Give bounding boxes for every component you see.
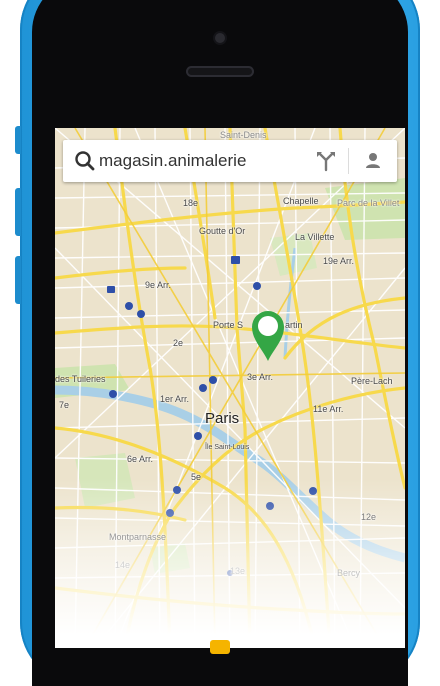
front-camera xyxy=(215,33,225,43)
search-input[interactable]: magasin.animalerie xyxy=(99,151,304,171)
search-icon[interactable] xyxy=(73,140,99,182)
map-label-3e: 3e Arr. xyxy=(247,372,274,382)
map-label-goutte-dor: Goutte d'Or xyxy=(199,226,246,236)
map-label-saint-denis: Saint-Denis xyxy=(220,130,267,140)
map-label-tuileries: des Tuileries xyxy=(55,374,106,384)
mute-switch xyxy=(15,126,21,154)
map-label-1er: 1er Arr. xyxy=(160,394,190,404)
map-label-pere-lachaise: Père-Lach xyxy=(351,376,393,386)
map-label-chapelle: Chapelle xyxy=(283,196,319,206)
earpiece-speaker xyxy=(186,66,254,77)
map-label-montparnasse: Montparnasse xyxy=(109,532,167,542)
directions-icon xyxy=(317,152,335,172)
account-button[interactable] xyxy=(349,140,397,182)
map-label-la-villette: La Villette xyxy=(295,232,335,242)
directions-button[interactable] xyxy=(304,140,348,182)
map-label-parc-villette: Parc de la Villet xyxy=(337,198,400,208)
map-label-18e: 18e xyxy=(183,198,199,208)
map-label-ile-saint-louis: Île Saint-Louis xyxy=(205,444,250,451)
location-pin-icon[interactable] xyxy=(251,310,285,362)
map-label-9e: 9e Arr. xyxy=(145,280,172,290)
map-label-12e: 12e xyxy=(361,512,377,522)
person-icon xyxy=(366,153,380,168)
map-label-14e: 14e xyxy=(115,560,131,570)
map-label-5e: 5e xyxy=(191,472,202,482)
map-label-bercy: Bercy xyxy=(337,568,361,578)
map-label-porte-st-martin-a: Porte S xyxy=(213,320,244,330)
map-label-paris: Paris xyxy=(205,410,240,427)
map-label-6e: 6e Arr. xyxy=(127,454,154,464)
map-label-19e: 19e Arr. xyxy=(323,256,355,266)
bottom-peek-tab xyxy=(210,640,230,654)
map-label-2e: 2e xyxy=(173,338,184,348)
volume-down-button xyxy=(15,256,21,304)
map-screen[interactable]: Saint-Denis 18e Chapelle Parc de la Vill… xyxy=(55,128,405,648)
map-label-13e: 13e xyxy=(230,566,246,576)
map-label-11e: 11e Arr. xyxy=(313,404,344,414)
search-bar[interactable]: magasin.animalerie xyxy=(63,140,397,182)
map-label-porte-st-martin-b: artin xyxy=(285,320,303,330)
volume-up-button xyxy=(15,188,21,236)
map-label-7e: 7e xyxy=(59,400,70,410)
